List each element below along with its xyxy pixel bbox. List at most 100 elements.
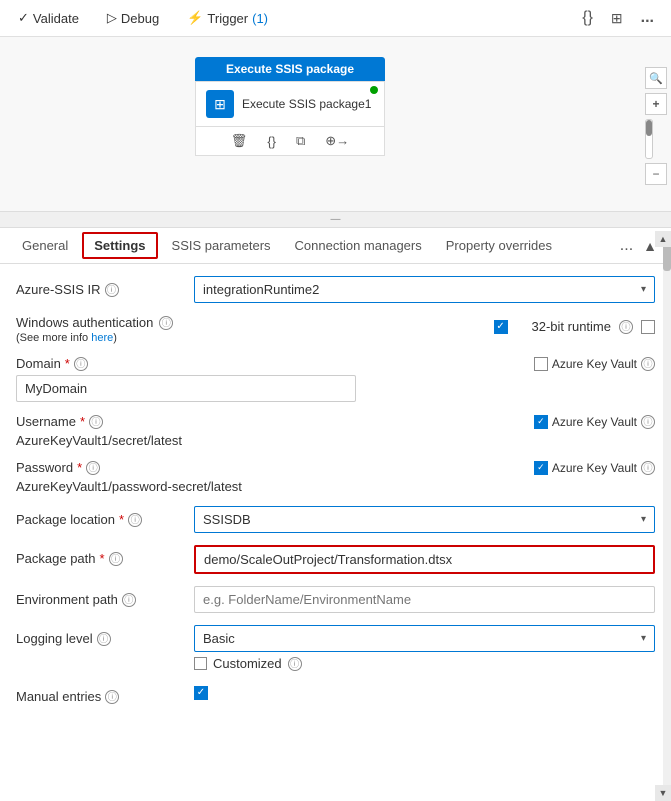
validate-label: Validate (33, 11, 79, 26)
zoom-out-button[interactable]: − (645, 163, 667, 185)
manual-entries-checkbox[interactable] (194, 686, 208, 700)
username-value: AzureKeyVault1/secret/latest (16, 428, 182, 453)
pkg-path-required: * (100, 551, 105, 566)
green-status-dot (370, 86, 378, 94)
domain-section: Domain * ⓘ Azure Key Vault ⓘ (16, 356, 655, 402)
logging-level-value: Basic (203, 631, 235, 646)
azure-ssis-ir-label: Azure-SSIS IR ⓘ (16, 276, 186, 297)
azure-ssis-ir-dropdown[interactable]: integrationRuntime2 ▾ (194, 276, 655, 303)
scroll-up-button[interactable]: ▲ (655, 231, 671, 247)
zoom-slider-thumb[interactable] (646, 120, 652, 136)
logging-level-info-icon[interactable]: ⓘ (97, 632, 111, 646)
manual-entries-label: Manual entries ⓘ (16, 683, 186, 704)
domain-akv-label: Azure Key Vault (552, 357, 637, 371)
azure-ssis-ir-value: integrationRuntime2 (203, 282, 319, 297)
activity-title: Execute SSIS package (195, 57, 385, 81)
pkg-location-required: * (119, 512, 124, 527)
azure-ssis-ir-control: integrationRuntime2 ▾ (194, 276, 655, 303)
domain-input[interactable] (16, 375, 356, 402)
password-info-icon[interactable]: ⓘ (86, 461, 100, 475)
username-label: Username (16, 414, 76, 429)
logging-level-dropdown[interactable]: Basic ▾ (194, 625, 655, 652)
domain-label: Domain (16, 356, 61, 371)
username-info-icon[interactable]: ⓘ (89, 415, 103, 429)
windows-auth-controls: 32-bit runtime ⓘ (494, 315, 655, 334)
tab-connection-managers[interactable]: Connection managers (283, 230, 434, 261)
tab-ssis-parameters[interactable]: SSIS parameters (160, 230, 283, 261)
environment-path-label: Environment path ⓘ (16, 586, 186, 607)
package-location-label: Package location * ⓘ (16, 506, 186, 527)
windows-auth-here-link[interactable]: here (91, 332, 113, 344)
trigger-button[interactable]: ⚡ Trigger (1) (181, 7, 274, 29)
trigger-label: Trigger (207, 11, 248, 26)
activity-name: Execute SSIS package1 (242, 97, 371, 111)
manual-entries-control (194, 683, 655, 700)
delete-activity-button[interactable]: 🗑 (227, 131, 252, 151)
username-akv-checkbox[interactable] (534, 415, 548, 429)
canvas-area: Execute SSIS package ⊞ Execute SSIS pack… (0, 37, 671, 212)
activity-body[interactable]: ⊞ Execute SSIS package1 (195, 81, 385, 127)
windows-auth-checkbox[interactable] (494, 320, 508, 334)
environment-path-info-icon[interactable]: ⓘ (122, 593, 136, 607)
customized-checkbox[interactable] (194, 657, 207, 670)
environment-path-input[interactable] (194, 586, 655, 613)
copy-activity-button[interactable]: ⧉ (292, 131, 309, 151)
zoom-slider-track (645, 119, 653, 159)
trigger-count: (1) (252, 11, 268, 26)
username-akv-label: Azure Key Vault (552, 415, 637, 429)
zoom-in-button[interactable]: + (645, 93, 667, 115)
runtime-32bit-checkbox[interactable] (641, 320, 655, 334)
package-path-label: Package path * ⓘ (16, 545, 186, 566)
domain-label-group: Domain * ⓘ (16, 356, 88, 371)
scroll-down-button[interactable]: ▼ (655, 785, 671, 801)
monitor-button[interactable]: ⊞ (606, 7, 628, 30)
more-options-button[interactable]: ... (636, 6, 659, 30)
windows-auth-sub: (See more info here) (16, 332, 486, 344)
domain-header-row: Domain * ⓘ Azure Key Vault ⓘ (16, 356, 655, 371)
tabs-more-button[interactable]: ... (614, 237, 639, 255)
password-akv-info-icon[interactable]: ⓘ (641, 461, 655, 475)
package-location-row: Package location * ⓘ SSISDB ▾ (16, 506, 655, 533)
tab-general[interactable]: General (10, 230, 80, 261)
username-header-row: Username * ⓘ Azure Key Vault ⓘ (16, 414, 655, 429)
debug-icon: ▷ (107, 10, 117, 26)
validate-button[interactable]: ✓ Validate (12, 7, 85, 29)
dropdown-caret-icon: ▾ (641, 284, 646, 295)
tab-settings[interactable]: Settings (82, 232, 157, 259)
activity-card: Execute SSIS package ⊞ Execute SSIS pack… (195, 57, 385, 156)
password-akv-checkbox[interactable] (534, 461, 548, 475)
customized-info-icon[interactable]: ⓘ (288, 657, 302, 671)
windows-auth-left: Windows authentication ⓘ (See more info … (16, 315, 486, 344)
username-required: * (80, 414, 85, 429)
debug-button[interactable]: ▷ Debug (101, 7, 165, 29)
package-path-info-icon[interactable]: ⓘ (109, 552, 123, 566)
package-location-dropdown[interactable]: SSISDB ▾ (194, 506, 655, 533)
username-akv-info-icon[interactable]: ⓘ (641, 415, 655, 429)
windows-auth-section: Windows authentication ⓘ (See more info … (16, 315, 655, 344)
runtime-32bit-info-icon[interactable]: ⓘ (619, 320, 633, 334)
azure-ssis-ir-info-icon[interactable]: ⓘ (105, 283, 119, 297)
search-canvas-button[interactable]: 🔍 (645, 67, 667, 89)
tab-property-overrides[interactable]: Property overrides (434, 230, 564, 261)
package-location-info-icon[interactable]: ⓘ (128, 513, 142, 527)
domain-akv-checkbox[interactable] (534, 357, 548, 371)
windows-auth-info-icon[interactable]: ⓘ (159, 316, 173, 330)
manual-entries-row: Manual entries ⓘ (16, 683, 655, 704)
link-activity-button[interactable]: ⊕→ (321, 131, 353, 151)
runtime-32bit-group: 32-bit runtime ⓘ (532, 319, 655, 334)
scrollbar-track (663, 231, 671, 801)
ssis-icon: ⊞ (206, 90, 234, 118)
json-button[interactable]: {} (577, 6, 598, 30)
code-activity-button[interactable]: {} (263, 132, 280, 151)
tabs-bar: General Settings SSIS parameters Connect… (0, 228, 671, 264)
package-path-row: Package path * ⓘ (16, 545, 655, 574)
package-path-control (194, 545, 655, 574)
settings-content: Azure-SSIS IR ⓘ integrationRuntime2 ▾ Wi… (0, 264, 671, 794)
domain-info-icon[interactable]: ⓘ (74, 357, 88, 371)
collapse-bar[interactable]: — (0, 212, 671, 228)
domain-akv-info-icon[interactable]: ⓘ (641, 357, 655, 371)
password-akv-group: Azure Key Vault ⓘ (534, 461, 655, 475)
manual-entries-info-icon[interactable]: ⓘ (105, 690, 119, 704)
package-path-input[interactable] (194, 545, 655, 574)
domain-required: * (65, 356, 70, 371)
